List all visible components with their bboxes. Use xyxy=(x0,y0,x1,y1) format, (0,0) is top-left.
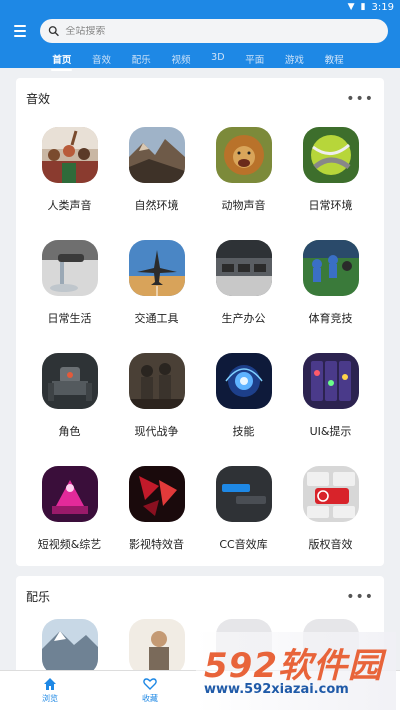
nav-label: 收藏 xyxy=(142,694,158,703)
search-icon xyxy=(48,26,59,37)
crowd-photo xyxy=(41,127,98,183)
home-icon xyxy=(44,678,56,690)
status-time: 3:19 xyxy=(371,1,394,13)
sports-photo xyxy=(302,240,359,296)
category-item[interactable]: 短视频&综艺 xyxy=(26,466,113,552)
category-item[interactable]: 技能 xyxy=(200,353,287,439)
person-photo[interactable] xyxy=(128,619,185,670)
category-item[interactable]: 人类声音 xyxy=(26,127,113,213)
robot-photo xyxy=(41,353,98,409)
item-label: 交通工具 xyxy=(134,312,179,325)
nav-browse[interactable]: 浏览 xyxy=(0,671,100,710)
section-title: 音效 xyxy=(26,92,51,106)
watermark: 592软件园 www.592xiazai.com xyxy=(196,632,396,710)
airplane-photo xyxy=(128,240,185,296)
main-content: 音效 ••• 人类声音 自然环境 动物声音 日常环境 日常生活 交通工具 生产办… xyxy=(0,68,400,670)
game-ui-photo xyxy=(302,353,359,409)
category-item[interactable]: 日常生活 xyxy=(26,240,113,326)
item-label: 短视频&综艺 xyxy=(37,538,102,551)
pink-stage-photo xyxy=(41,466,98,522)
sound-effects-card: 音效 ••• 人类声音 自然环境 动物声音 日常环境 日常生活 交通工具 生产办… xyxy=(16,78,384,566)
watermark-brand: 592软件园 xyxy=(204,646,383,686)
app-bar: 首页 音效 配乐 视频 3D 平面 游戏 教程 xyxy=(0,14,400,71)
item-label: 日常环境 xyxy=(308,199,353,212)
faucet-photo xyxy=(41,240,98,296)
category-item[interactable]: 自然环境 xyxy=(113,127,200,213)
item-label: CC音效库 xyxy=(219,538,268,551)
copyright-key-photo xyxy=(302,466,359,522)
category-item[interactable]: CC音效库 xyxy=(200,466,287,552)
category-item[interactable]: 交通工具 xyxy=(113,240,200,326)
search-bar[interactable] xyxy=(40,19,388,43)
soldiers-photo xyxy=(128,353,185,409)
section-title: 配乐 xyxy=(26,590,51,604)
item-label: 体育竞技 xyxy=(308,312,353,325)
item-label: 人类声音 xyxy=(47,199,92,212)
tennis-ball-photo xyxy=(302,127,359,183)
snow-mountain-photo[interactable] xyxy=(41,619,98,670)
item-label: 版权音效 xyxy=(308,538,353,551)
more-icon[interactable]: ••• xyxy=(346,589,374,605)
category-item[interactable]: 影视特效音 xyxy=(113,466,200,552)
item-label: 现代战争 xyxy=(134,425,179,438)
lion-photo xyxy=(215,127,272,183)
office-photo xyxy=(215,240,272,296)
item-label: UI&提示 xyxy=(309,425,352,438)
more-icon[interactable]: ••• xyxy=(346,91,374,107)
category-item[interactable]: 日常环境 xyxy=(287,127,374,213)
battery-icon: ▮ xyxy=(360,2,366,12)
item-label: 角色 xyxy=(58,425,81,438)
watermark-url: www.592xiazai.com xyxy=(204,682,349,697)
category-item[interactable]: 角色 xyxy=(26,353,113,439)
item-label: 技能 xyxy=(232,425,255,438)
category-item[interactable]: 生产办公 xyxy=(200,240,287,326)
item-label: 影视特效音 xyxy=(129,538,184,551)
item-label: 自然环境 xyxy=(134,199,179,212)
item-label: 日常生活 xyxy=(47,312,92,325)
chat-ui-photo xyxy=(215,466,272,522)
mountain-photo xyxy=(128,127,185,183)
item-label: 动物声音 xyxy=(221,199,266,212)
heart-icon xyxy=(143,678,157,690)
energy-orb-photo xyxy=(215,353,272,409)
search-input[interactable] xyxy=(65,25,380,37)
status-bar: ▼ ▮ 3:19 xyxy=(0,0,400,14)
category-item[interactable]: UI&提示 xyxy=(287,353,374,439)
item-label: 生产办公 xyxy=(221,312,266,325)
category-item[interactable]: 版权音效 xyxy=(287,466,374,552)
red-shards-photo xyxy=(128,466,185,522)
nav-favorites[interactable]: 收藏 xyxy=(100,671,200,710)
category-item[interactable]: 体育竞技 xyxy=(287,240,374,326)
menu-icon[interactable] xyxy=(8,19,32,43)
category-item[interactable]: 现代战争 xyxy=(113,353,200,439)
nav-label: 浏览 xyxy=(42,694,58,703)
category-item[interactable]: 动物声音 xyxy=(200,127,287,213)
wifi-icon: ▼ xyxy=(347,2,355,12)
